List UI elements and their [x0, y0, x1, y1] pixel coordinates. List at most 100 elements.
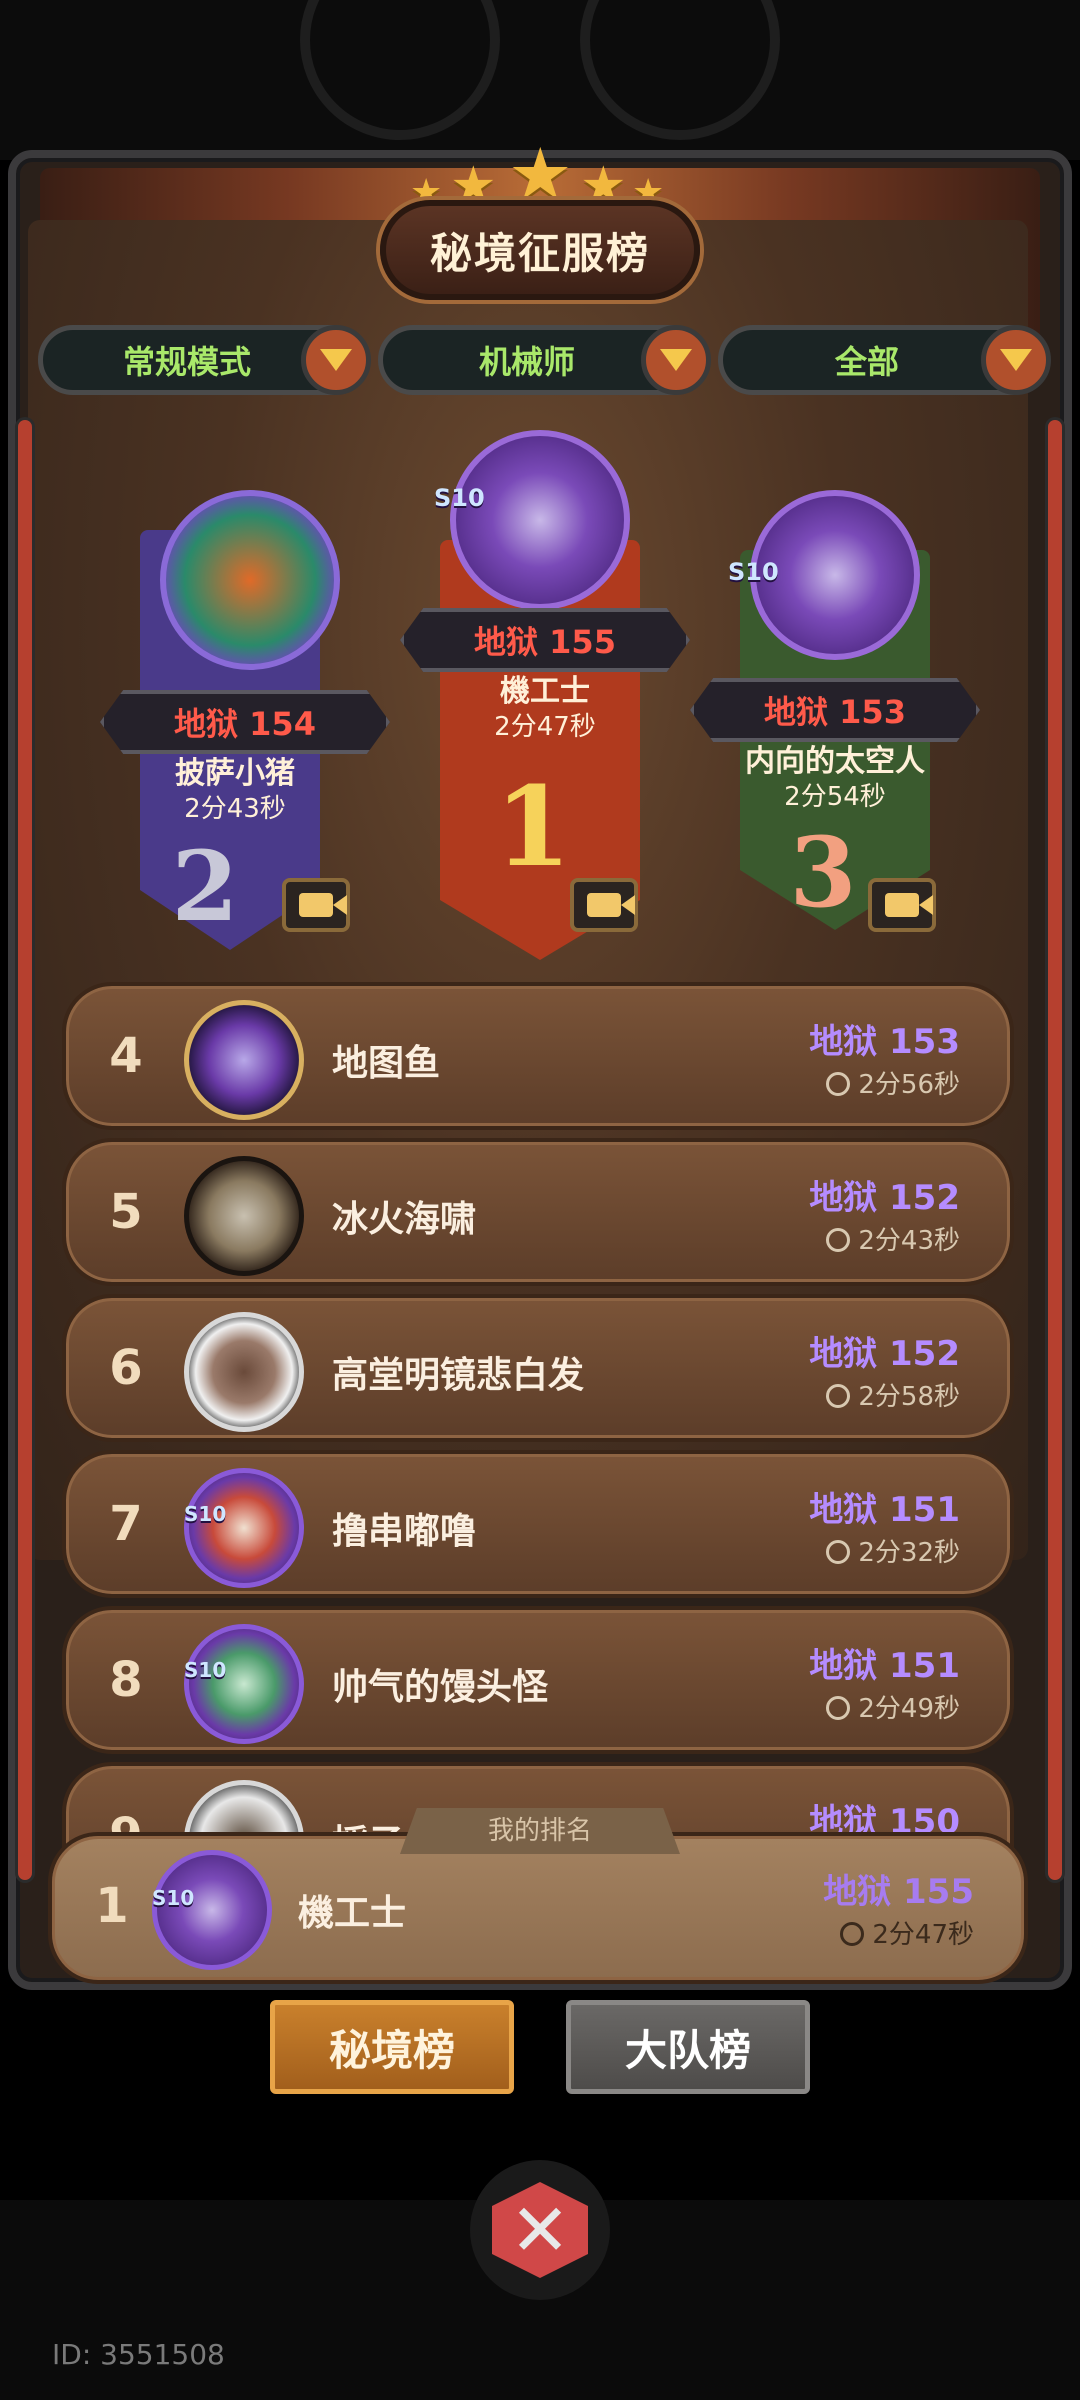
player-avatar — [184, 1156, 304, 1276]
time-text: 2分47秒 — [872, 1920, 974, 1950]
user-id: ID: 3551508 — [52, 2338, 225, 2371]
level-text: 地狱 151 — [809, 1490, 960, 1530]
left-rail — [18, 420, 32, 1880]
page-title: 秘境征服榜 — [380, 200, 700, 300]
replay-video-button[interactable] — [868, 878, 936, 932]
list-item[interactable]: 7 S10 撸串嘟噜 地狱 151 2分32秒 — [62, 1450, 1014, 1598]
tab-team[interactable]: 大队榜 — [566, 2000, 810, 2094]
player-name: 撸串嘟噜 — [332, 1511, 477, 1552]
filter-scope[interactable]: 全部 — [718, 325, 1051, 395]
my-rank-label: 我的排名 — [400, 1808, 680, 1854]
rank-number: 5 — [109, 1184, 143, 1240]
video-camera-icon — [885, 893, 933, 917]
rank-number: 6 — [109, 1340, 143, 1396]
time-display: 2分47秒 — [840, 1914, 974, 1951]
player-name: 披萨小猪 — [175, 756, 295, 791]
player-time: 2分47秒 — [494, 712, 596, 742]
clock-icon — [826, 1072, 851, 1096]
player-name: 機工士 — [298, 1893, 407, 1934]
player-avatar — [184, 1624, 304, 1744]
time-display: 2分32秒 — [826, 1532, 960, 1569]
list-item[interactable]: 6 高堂明镜悲白发 地狱 152 2分58秒 — [62, 1294, 1014, 1442]
time-text: 2分58秒 — [858, 1382, 960, 1412]
tab-label: 大队榜 — [624, 2025, 751, 2075]
season-badge: S10 — [152, 1886, 195, 1910]
player-name: 冰火海啸 — [332, 1199, 477, 1240]
player-time: 2分54秒 — [784, 782, 886, 812]
list-item[interactable]: 5 冰火海啸 地狱 152 2分43秒 — [62, 1138, 1014, 1286]
video-camera-icon — [587, 893, 635, 917]
player-avatar — [184, 1312, 304, 1432]
time-display: 2分49秒 — [826, 1688, 960, 1725]
filter-scope-label: 全部 — [834, 343, 899, 381]
level-text: 地狱 152 — [809, 1178, 960, 1218]
time-display: 2分58秒 — [826, 1376, 960, 1413]
clock-icon — [826, 1228, 851, 1252]
level-text: 地狱 152 — [809, 1334, 960, 1374]
clock-icon — [826, 1540, 851, 1564]
filter-class-label: 机械师 — [478, 343, 575, 381]
time-text: 2分49秒 — [858, 1694, 960, 1724]
filter-mode[interactable]: 常规模式 — [38, 325, 371, 395]
list-item[interactable]: 4 地图鱼 地狱 153 2分56秒 — [62, 982, 1014, 1130]
player-avatar — [184, 1468, 304, 1588]
level-ribbon: 地狱 155 — [400, 608, 690, 672]
player-name: 地图鱼 — [332, 1043, 441, 1084]
rank-number: 1 — [494, 762, 572, 891]
season-badge: S10 — [184, 1502, 227, 1526]
podium-second[interactable]: 地狱 154 披萨小猪 2分43秒 2 — [100, 490, 390, 943]
time-text: 2分56秒 — [858, 1070, 960, 1100]
player-name: 帅气的馒头怪 — [332, 1667, 549, 1708]
video-camera-icon — [299, 893, 347, 917]
list-item[interactable]: 8 S10 帅气的馒头怪 地狱 151 2分49秒 — [62, 1606, 1014, 1754]
replay-video-button[interactable] — [282, 878, 350, 932]
chevron-down-icon[interactable] — [301, 325, 371, 395]
time-display: 2分56秒 — [826, 1064, 960, 1101]
replay-video-button[interactable] — [570, 878, 638, 932]
player-name: 内向的太空人 — [745, 744, 925, 779]
level-text: 地狱 153 — [809, 1022, 960, 1062]
swirl-decoration — [580, 0, 780, 140]
player-name: 機工士 — [500, 674, 590, 709]
right-rail — [1048, 420, 1062, 1880]
clock-icon — [826, 1384, 851, 1408]
tab-secret-realm[interactable]: 秘境榜 — [270, 2000, 514, 2094]
rank-number: 7 — [109, 1496, 143, 1552]
clock-icon — [840, 1922, 865, 1946]
player-avatar — [160, 490, 340, 670]
filter-class[interactable]: 机械师 — [378, 325, 711, 395]
chevron-down-icon[interactable] — [981, 325, 1051, 395]
level-text: 地狱 154 — [174, 705, 316, 743]
player-time: 2分43秒 — [184, 794, 286, 824]
level-ribbon: 地狱 153 — [690, 678, 980, 742]
level-text: 地狱 155 — [474, 623, 616, 661]
my-rank-row[interactable]: 1 S10 機工士 地狱 155 2分47秒 — [48, 1832, 1028, 1984]
player-avatar — [152, 1850, 272, 1970]
level-text: 地狱 151 — [809, 1646, 960, 1686]
close-icon: ✕ — [492, 2182, 588, 2278]
player-name: 高堂明镜悲白发 — [332, 1355, 585, 1396]
time-text: 2分32秒 — [858, 1538, 960, 1568]
level-ribbon: 地狱 154 — [100, 690, 390, 754]
swirl-decoration — [300, 0, 500, 140]
tab-label: 秘境榜 — [328, 2025, 455, 2075]
season-badge: S10 — [184, 1658, 227, 1682]
clock-icon — [826, 1696, 851, 1720]
player-avatar — [184, 1000, 304, 1120]
player-avatar — [450, 430, 630, 610]
chevron-down-icon[interactable] — [641, 325, 711, 395]
podium-third[interactable]: S10 地狱 153 内向的太空人 2分54秒 3 — [690, 470, 980, 932]
level-text: 地狱 153 — [764, 693, 906, 731]
rank-number: 4 — [109, 1028, 143, 1084]
season-badge: S10 — [434, 484, 485, 512]
level-text: 地狱 155 — [823, 1872, 974, 1912]
time-text: 2分43秒 — [858, 1226, 960, 1256]
filter-mode-label: 常规模式 — [122, 343, 251, 381]
podium-first[interactable]: S10 地狱 155 機工士 2分47秒 1 — [400, 400, 690, 940]
time-display: 2分43秒 — [826, 1220, 960, 1257]
page-title-text: 秘境征服榜 — [429, 228, 650, 278]
rank-number: 8 — [109, 1652, 143, 1708]
rank-number: 1 — [95, 1878, 129, 1934]
season-badge: S10 — [728, 558, 779, 586]
close-button[interactable]: ✕ — [470, 2160, 610, 2300]
